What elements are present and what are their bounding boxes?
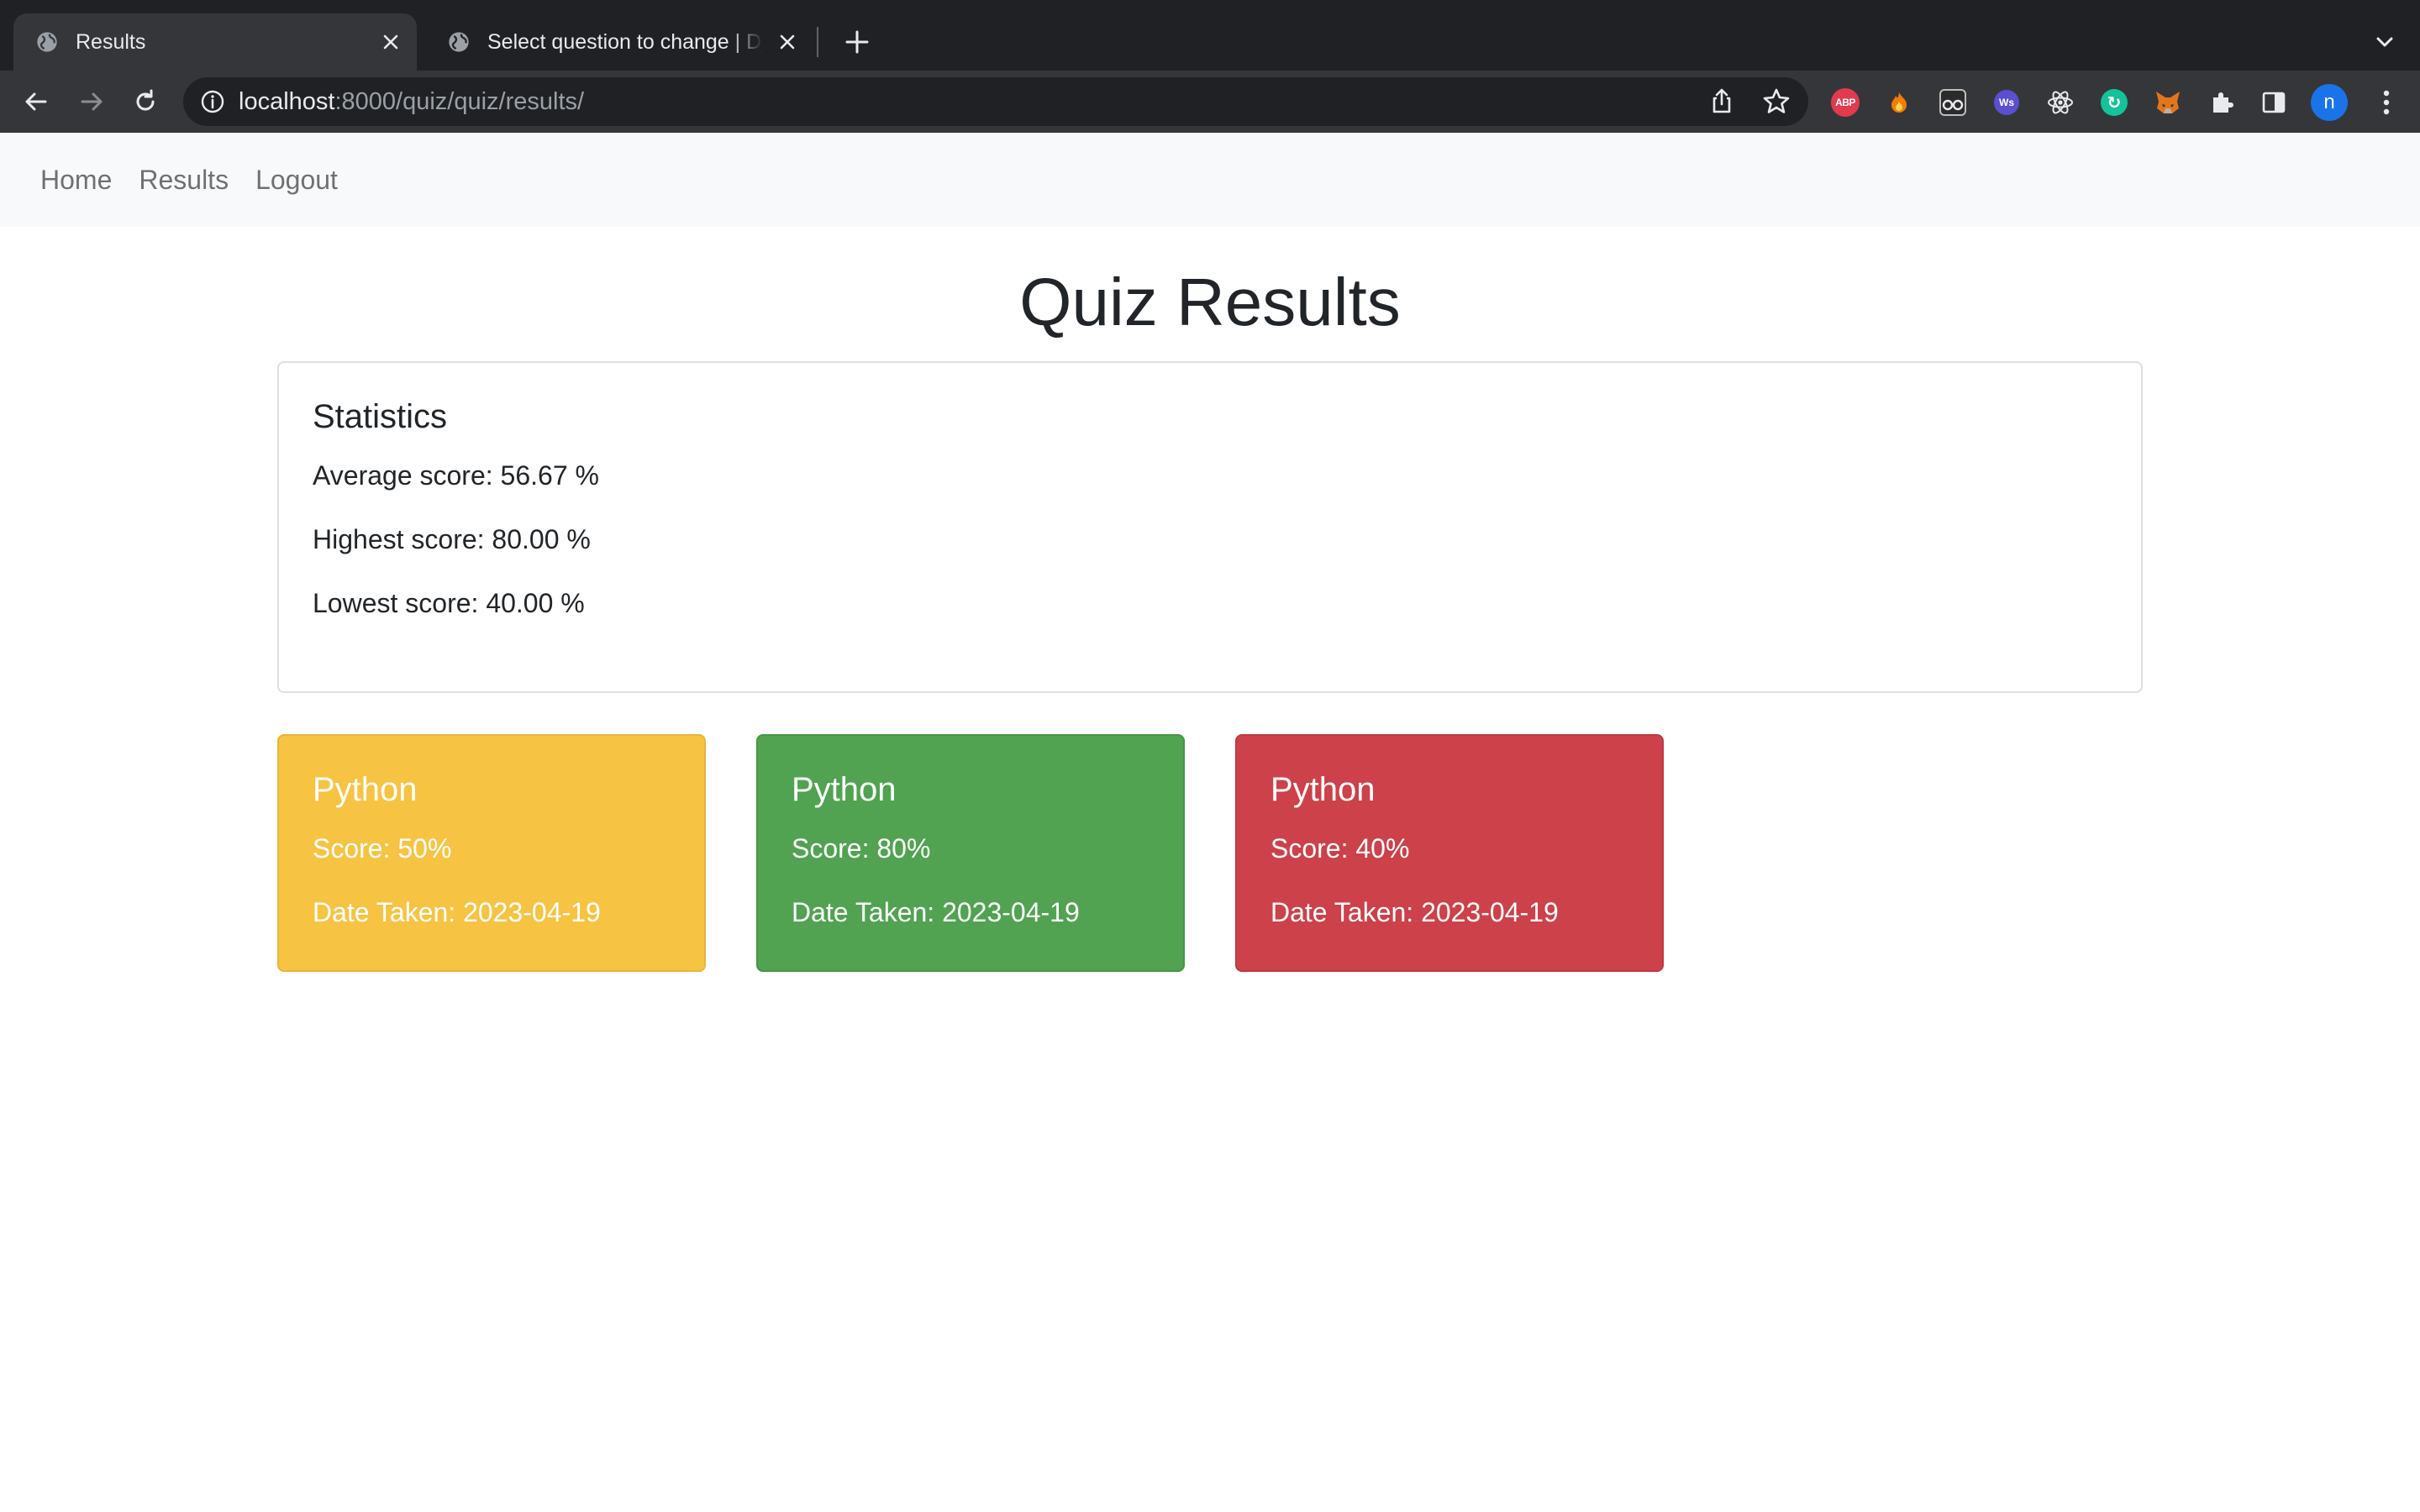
- result-subject: Python: [313, 771, 418, 808]
- result-date: Date Taken: 2023-04-19: [1270, 897, 1559, 927]
- close-tab-icon[interactable]: [773, 28, 802, 56]
- browser-menu-button[interactable]: [2368, 84, 2405, 121]
- result-date: Date Taken: 2023-04-19: [313, 897, 601, 927]
- address-url[interactable]: localhost:8000/quiz/quiz/results/: [239, 77, 584, 126]
- globe-icon: [449, 32, 469, 52]
- result-date: Date Taken: 2023-04-19: [792, 897, 1080, 927]
- page-viewport: Home Results Logout Quiz Results Statist…: [0, 133, 2420, 1512]
- plus-icon: [845, 30, 869, 54]
- side-panel-icon[interactable]: [2259, 87, 2289, 118]
- address-bar[interactable]: localhost:8000/quiz/quiz/results/: [183, 77, 1808, 126]
- result-subject: Python: [1270, 771, 1376, 808]
- result-subject: Python: [792, 771, 897, 808]
- chevron-down-icon: [2376, 37, 2393, 47]
- share-icon[interactable]: [1707, 87, 1736, 116]
- result-score: Score: 50%: [313, 833, 452, 864]
- result-score: Score: 40%: [1270, 833, 1410, 864]
- close-tab-icon[interactable]: [376, 28, 405, 56]
- reload-button[interactable]: [126, 82, 165, 121]
- puzzle-icon: [2213, 92, 2233, 113]
- lowest-score: Lowest score: 40.00 %: [313, 588, 585, 618]
- result-card: Python Score: 50% Date Taken: 2023-04-19: [277, 734, 706, 972]
- statistics-heading: Statistics: [313, 398, 448, 435]
- metamask-fox-icon[interactable]: [2153, 87, 2183, 118]
- tab-results[interactable]: Results: [13, 13, 417, 71]
- arrow-left-icon: [25, 92, 47, 111]
- site-navbar: Home Results Logout: [0, 133, 2420, 227]
- url-host: localhost: [239, 88, 335, 115]
- tab-separator: [817, 27, 818, 57]
- tab-title: Select question to change | Django site …: [487, 29, 763, 54]
- highest-score: Highest score: 80.00 %: [313, 524, 591, 554]
- flame-icon: [1891, 92, 1907, 113]
- browser-toolbar: localhost:8000/quiz/quiz/results/ ABP Ws…: [0, 71, 2420, 133]
- glasses-extension-icon[interactable]: [1938, 87, 1968, 118]
- average-score: Average score: 56.67 %: [313, 460, 599, 491]
- grammarly-icon[interactable]: ↻: [2099, 87, 2129, 118]
- result-score: Score: 80%: [792, 833, 931, 864]
- globe-icon: [37, 32, 57, 52]
- side-panel-toggle-icon: [2262, 92, 2286, 113]
- info-icon[interactable]: [200, 89, 225, 114]
- url-path: :8000/quiz/quiz/results/: [334, 88, 585, 115]
- result-card: Python Score: 80% Date Taken: 2023-04-19: [756, 734, 1185, 972]
- arrow-right-icon: [81, 92, 103, 111]
- more-vertical-icon: [2383, 90, 2390, 115]
- profile-avatar[interactable]: n: [2311, 84, 2348, 121]
- back-button[interactable]: [17, 82, 55, 121]
- nav-logout-link[interactable]: Logout: [255, 165, 338, 196]
- nav-home-link[interactable]: Home: [40, 165, 112, 196]
- forward-button[interactable]: [72, 82, 111, 121]
- bookmark-star-icon[interactable]: [1761, 87, 1791, 117]
- nav-results-link[interactable]: Results: [139, 165, 229, 196]
- adblock-plus-icon[interactable]: ABP: [1830, 87, 1860, 118]
- tab-search-button[interactable]: [2368, 25, 2402, 59]
- react-atom-icon: [2048, 91, 2073, 114]
- browser-tab-strip: Results Select question to change | Djan…: [0, 0, 2420, 71]
- extensions-puzzle-icon[interactable]: [2207, 87, 2237, 118]
- reload-icon: [136, 89, 155, 111]
- tab-django-admin[interactable]: Select question to change | Django site …: [425, 13, 813, 71]
- new-tab-button[interactable]: [840, 25, 874, 59]
- grammarly-badge: ↻: [2101, 89, 2128, 116]
- page-title: Quiz Results: [1019, 265, 1401, 339]
- tab-title: Results: [76, 29, 146, 54]
- react-devtools-icon[interactable]: [2045, 87, 2075, 118]
- fox-icon: [2156, 92, 2180, 113]
- ws-badge: Ws: [1994, 90, 2019, 115]
- websocket-extension-icon[interactable]: Ws: [1991, 87, 2022, 118]
- fire-extension-icon[interactable]: [1884, 87, 1914, 118]
- glasses-icon: [1939, 89, 1966, 116]
- abp-badge: ABP: [1831, 88, 1860, 117]
- result-card: Python Score: 40% Date Taken: 2023-04-19: [1235, 734, 1664, 972]
- statistics-card: Statistics Average score: 56.67 % Highes…: [277, 361, 2143, 693]
